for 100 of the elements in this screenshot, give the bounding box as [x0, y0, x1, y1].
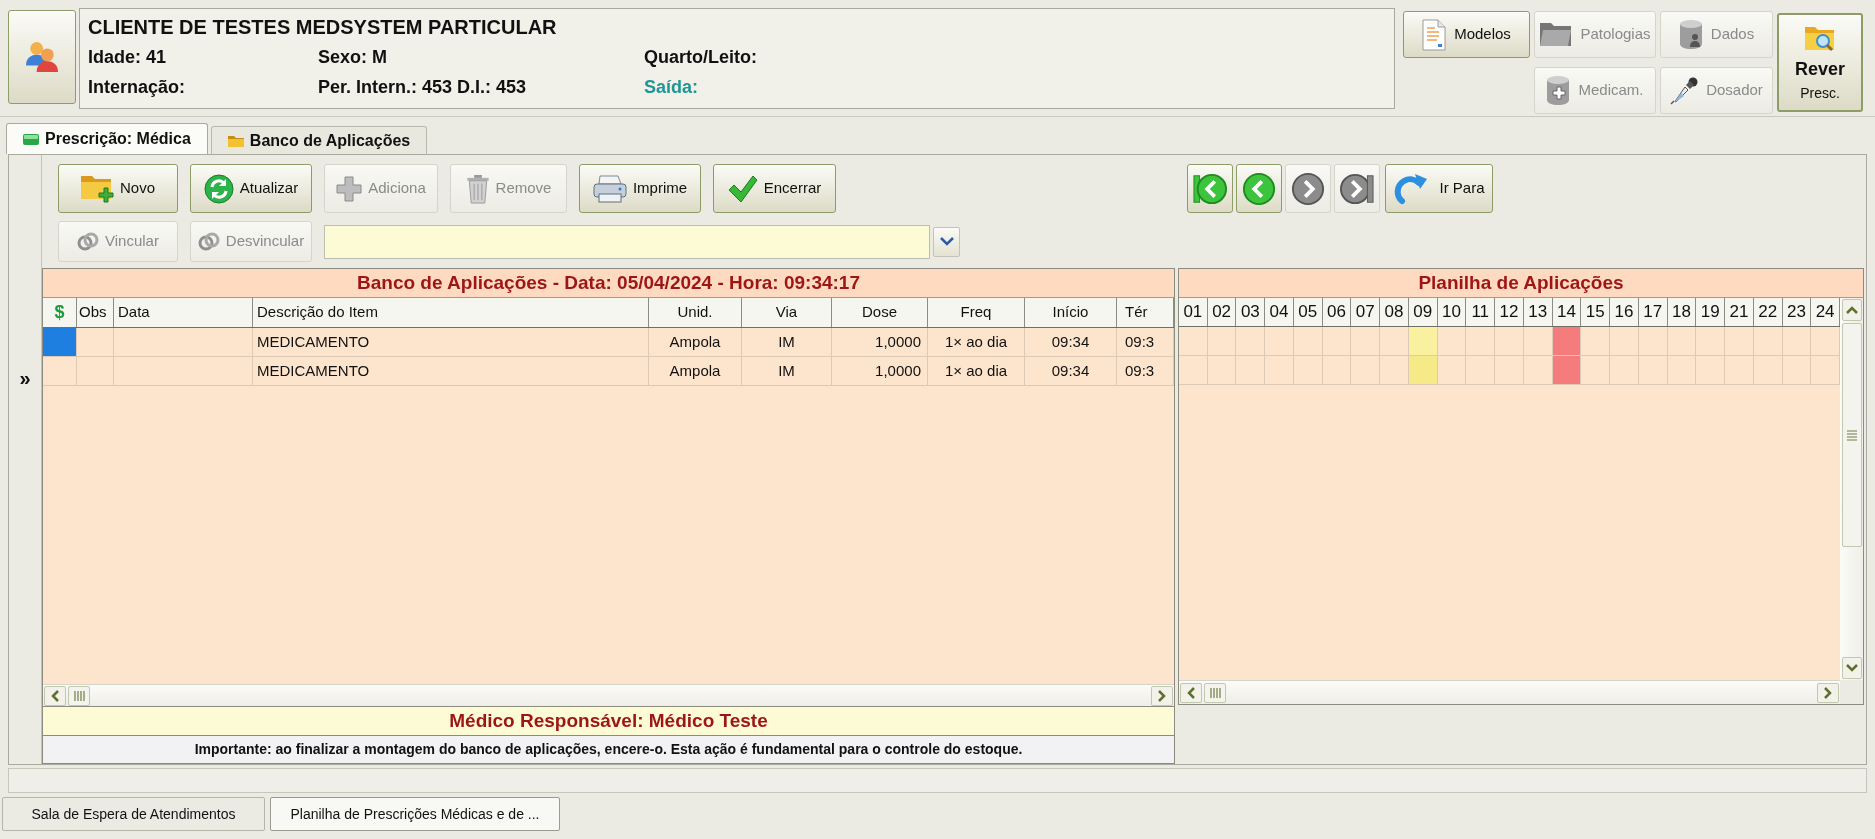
- selection-cell[interactable]: [43, 328, 77, 356]
- folder-plus-icon: [81, 173, 114, 204]
- patient-name: CLIENTE DE TESTES MEDSYSTEM PARTICULAR: [88, 15, 557, 39]
- horizontal-scrollbar[interactable]: [43, 684, 1174, 706]
- scroll-thumb[interactable]: [1204, 682, 1226, 703]
- combo-field[interactable]: [324, 224, 930, 259]
- first-record-button[interactable]: [1187, 164, 1233, 213]
- scroll-down-button[interactable]: [1841, 657, 1862, 679]
- refresh-icon: [203, 173, 234, 204]
- chevron-left-icon: [1187, 686, 1195, 699]
- hour-header: 05: [1293, 298, 1323, 326]
- column-header: Início: [1025, 298, 1117, 327]
- review-prescription-button[interactable]: Rever Presc.: [1777, 13, 1863, 112]
- hour-header: 22: [1753, 298, 1783, 326]
- notice-text: Importante: ao finalizar a montagem do banco de aplicações, encere-o. Esta ação é fundamental para o controle do estoque.: [43, 736, 1174, 763]
- redo-arrow-icon: [1393, 172, 1430, 205]
- chain-link-icon: [197, 232, 220, 251]
- hour-header: 18: [1667, 298, 1697, 326]
- dropper-icon: [1670, 76, 1699, 105]
- print-button[interactable]: Imprime: [579, 164, 701, 213]
- checkmark-icon: [727, 174, 758, 203]
- table-cell: 1,0000: [832, 357, 928, 385]
- table-cell: Ampola: [649, 357, 742, 385]
- folder-icon: [227, 134, 244, 147]
- chevron-down-icon: [1845, 664, 1858, 672]
- scroll-up-button[interactable]: [1841, 299, 1862, 321]
- table-cell: 1,0000: [832, 328, 928, 356]
- column-header: Freq: [928, 298, 1025, 327]
- hour-header: 19: [1696, 298, 1726, 326]
- hour-header: 11: [1466, 298, 1496, 326]
- chevron-left-icon: [51, 689, 59, 702]
- table-cell: Ampola: [649, 328, 742, 356]
- skip-forward-icon: [1340, 171, 1374, 206]
- people-icon: [26, 42, 58, 72]
- hour-header: 23: [1782, 298, 1812, 326]
- horizontal-scrollbar[interactable]: [1179, 680, 1840, 704]
- close-bank-button[interactable]: Encerrar: [713, 164, 836, 213]
- scroll-right-button[interactable]: [1151, 685, 1173, 706]
- trash-icon: [465, 173, 490, 204]
- hour-header: 16: [1610, 298, 1639, 326]
- chevron-down-icon: [939, 237, 954, 246]
- folder-icon: [1539, 21, 1573, 48]
- scroll-left-button[interactable]: [44, 685, 66, 706]
- hour-header: 06: [1322, 298, 1352, 326]
- grip-icon: [73, 690, 85, 701]
- scroll-thumb[interactable]: [1841, 323, 1862, 547]
- table-cell: 1× ao dia: [928, 328, 1025, 356]
- database-icon: [1678, 19, 1703, 50]
- refresh-button[interactable]: Atualizar: [190, 164, 312, 213]
- table-cell: MEDICAMENTO: [253, 357, 649, 385]
- hour-header: 12: [1495, 298, 1524, 326]
- hour-header: 04: [1265, 298, 1294, 326]
- table-cell: IM: [742, 328, 832, 356]
- column-header: Unid.: [649, 298, 742, 327]
- table-cell: 1× ao dia: [928, 357, 1025, 385]
- models-button[interactable]: Modelos: [1403, 11, 1530, 58]
- doctor-label: Médico Responsável: Médico Teste: [43, 706, 1174, 736]
- chevron-right-icon: [1824, 686, 1832, 699]
- hour-header: 10: [1437, 298, 1467, 326]
- taskbar-tab[interactable]: Sala de Espera de Atendimentos: [2, 797, 265, 831]
- vertical-scrollbar[interactable]: [1840, 298, 1863, 680]
- scroll-left-button[interactable]: [1180, 682, 1202, 703]
- hour-header: 24: [1811, 298, 1840, 326]
- chevron-right-icon: [1158, 689, 1166, 702]
- plus-icon: [336, 175, 363, 202]
- sheet-title: Planilha de Aplicações: [1179, 269, 1863, 298]
- column-header: Dose: [832, 298, 928, 327]
- dropdown-button[interactable]: [933, 226, 960, 257]
- column-header: Via: [742, 298, 832, 327]
- hour-header: 02: [1207, 298, 1237, 326]
- previous-button[interactable]: [1236, 164, 1282, 213]
- new-button[interactable]: Novo: [58, 164, 178, 213]
- go-to-button[interactable]: Ir Para: [1385, 164, 1493, 213]
- grip-icon: [1209, 687, 1221, 698]
- column-header: Obs: [77, 298, 114, 327]
- table-cell: 09:34: [1025, 328, 1117, 356]
- printer-icon: [592, 174, 627, 203]
- table-cell: 09:3: [1117, 357, 1174, 385]
- hour-header: 09: [1408, 298, 1438, 326]
- document-icon: [1422, 18, 1447, 51]
- hour-header: 13: [1523, 298, 1553, 326]
- column-header: $: [43, 298, 77, 327]
- hour-header: 15: [1581, 298, 1611, 326]
- table-title: Banco de Aplicações - Data: 05/04/2024 - Hora: 09:34:17: [43, 269, 1174, 298]
- chevron-right-icon: [1291, 171, 1325, 206]
- patient-button[interactable]: [8, 10, 76, 104]
- taskbar-tab[interactable]: Planilha de Prescrições Médicas e de ...: [270, 797, 560, 831]
- hour-header: 03: [1236, 298, 1266, 326]
- grip-icon: [1846, 429, 1857, 441]
- tab[interactable]: Prescrição: Médica: [6, 123, 208, 154]
- chevron-left-icon: [1242, 171, 1276, 206]
- patient-field: Sexo: M: [318, 45, 387, 69]
- patient-field: Quarto/Leito:: [644, 45, 757, 69]
- scroll-right-button[interactable]: [1817, 682, 1839, 703]
- tab[interactable]: Banco de Aplicações: [210, 126, 428, 154]
- table-cell: IM: [742, 357, 832, 385]
- scroll-thumb[interactable]: [68, 685, 90, 706]
- expand-toggle[interactable]: »: [19, 367, 31, 389]
- chevron-up-icon: [1845, 306, 1858, 314]
- hour-header: 14: [1552, 298, 1582, 326]
